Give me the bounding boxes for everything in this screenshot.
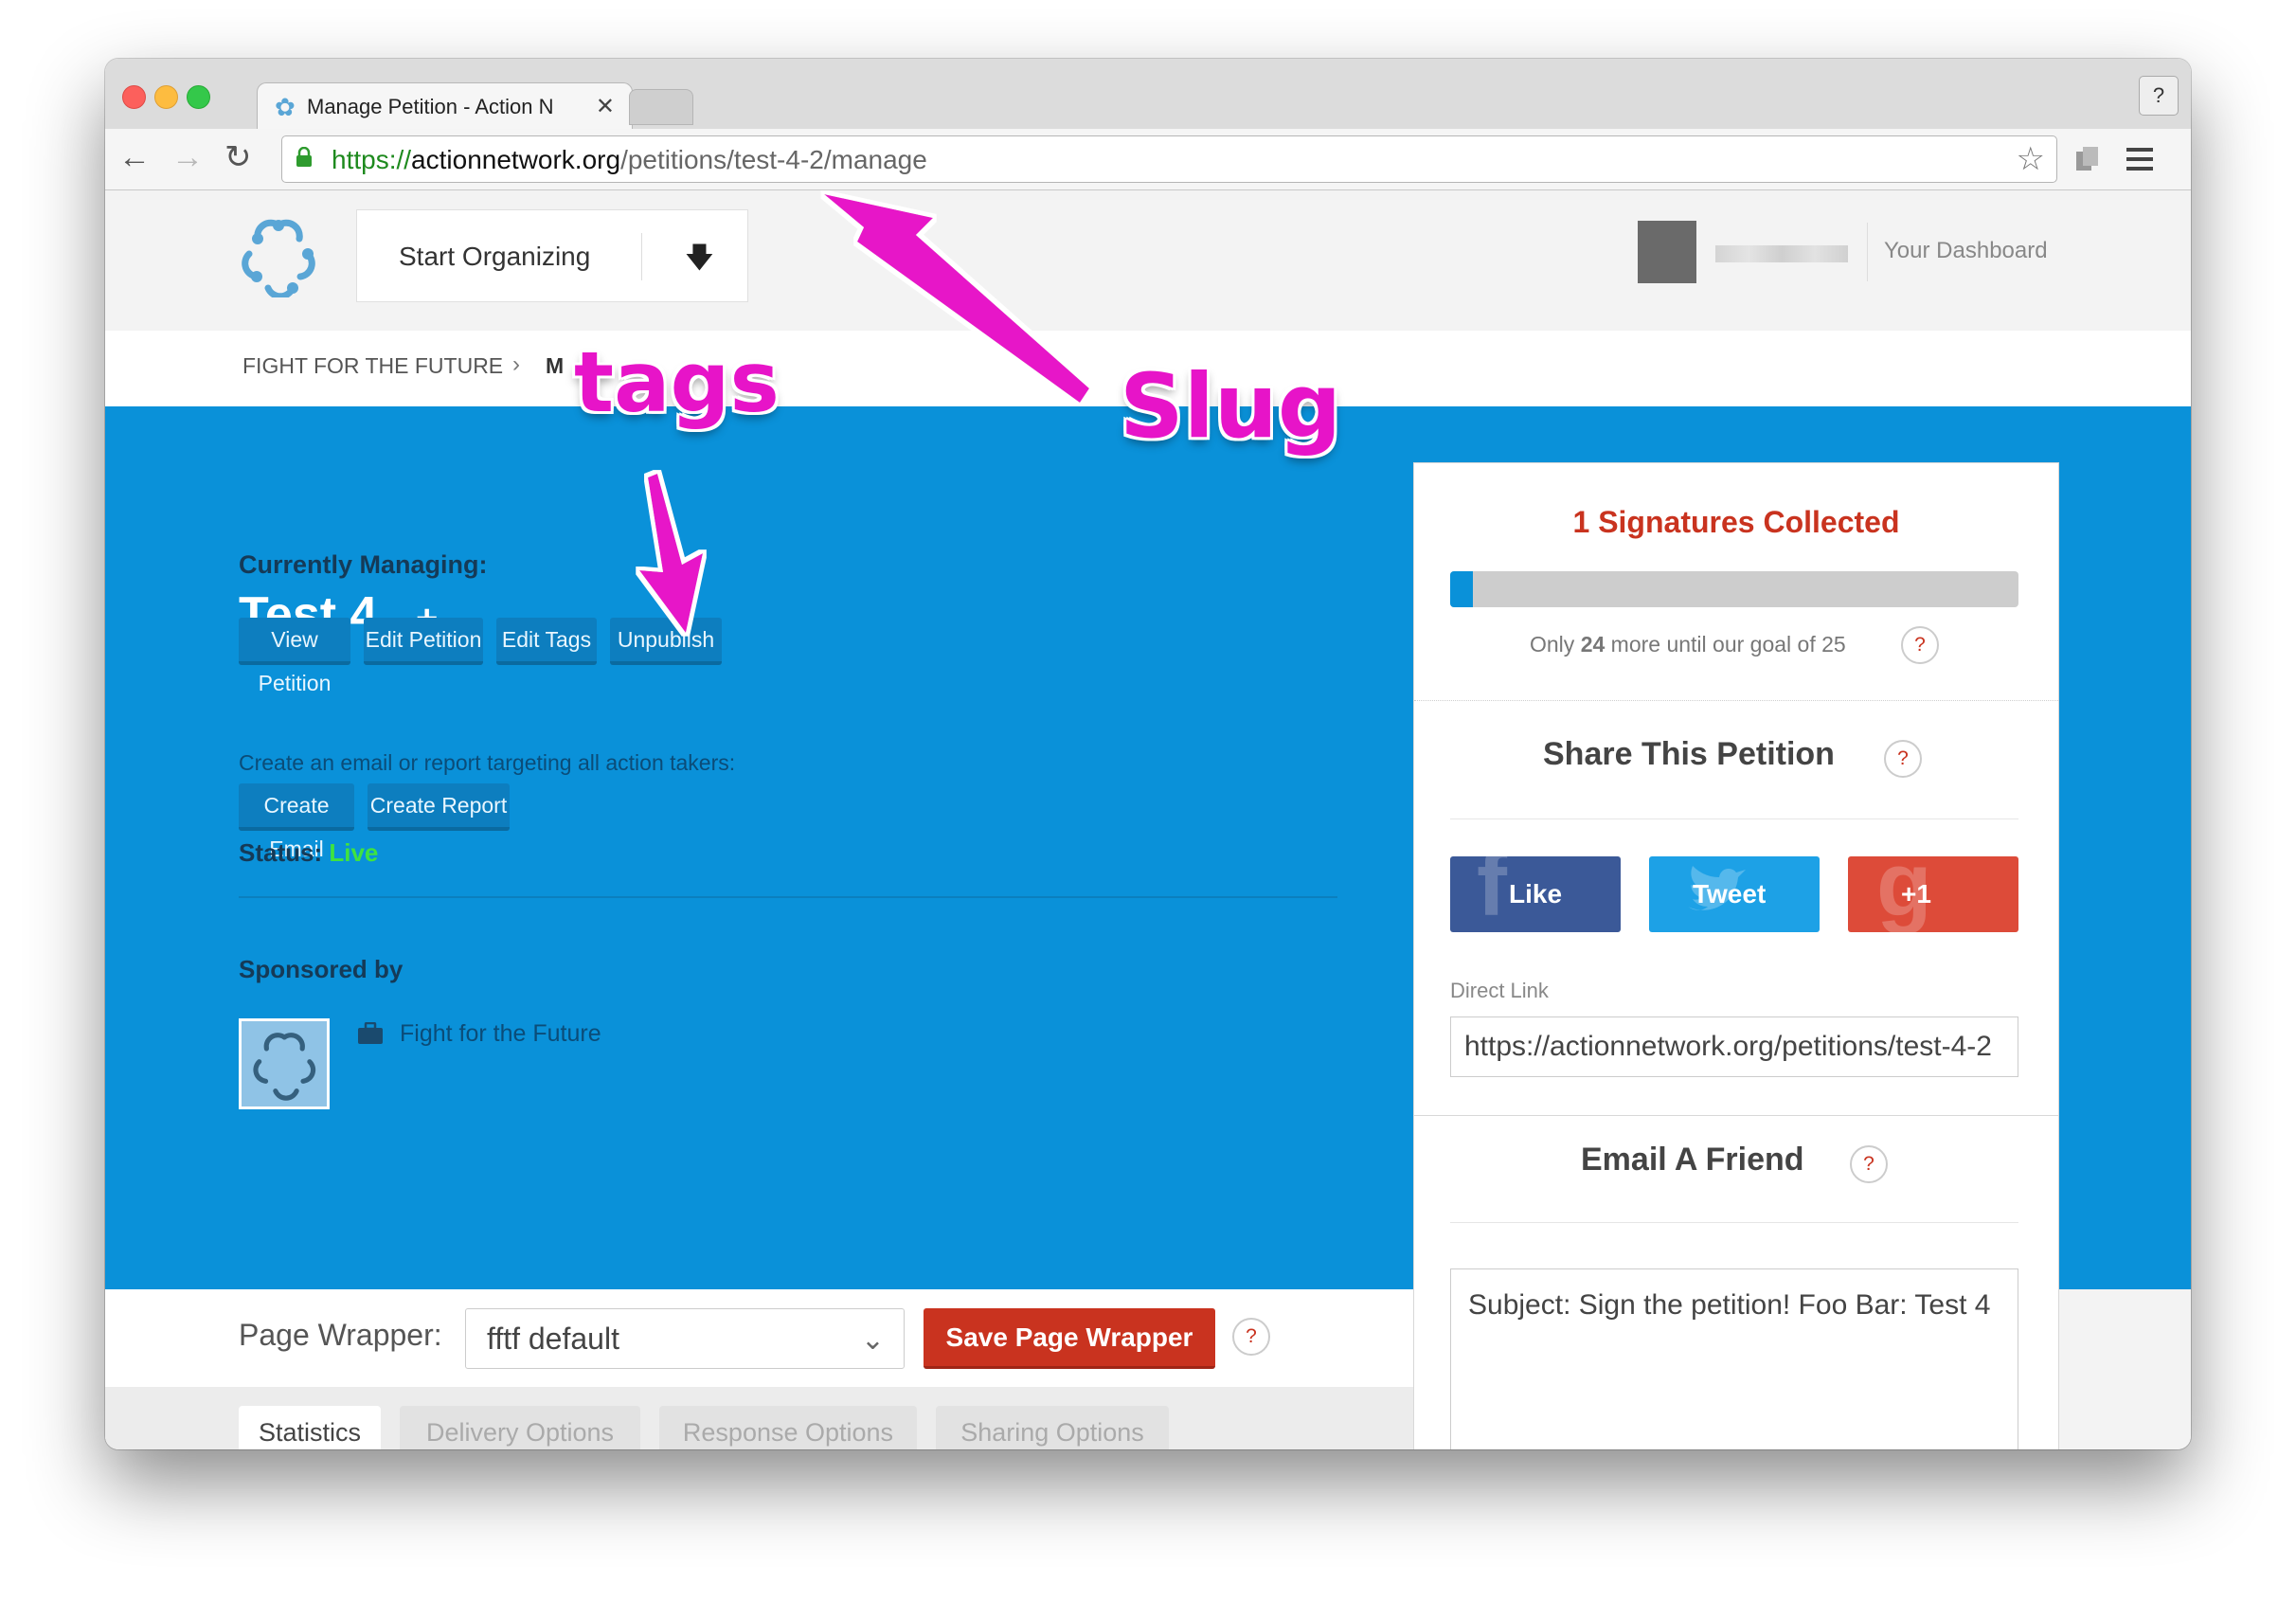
slug-arrow <box>824 194 1089 403</box>
slug-annotation: Slug <box>1120 355 1342 459</box>
tags-arrow <box>639 474 703 633</box>
annotation-arrows <box>639 194 1089 633</box>
tags-annotation: tags <box>574 333 780 431</box>
